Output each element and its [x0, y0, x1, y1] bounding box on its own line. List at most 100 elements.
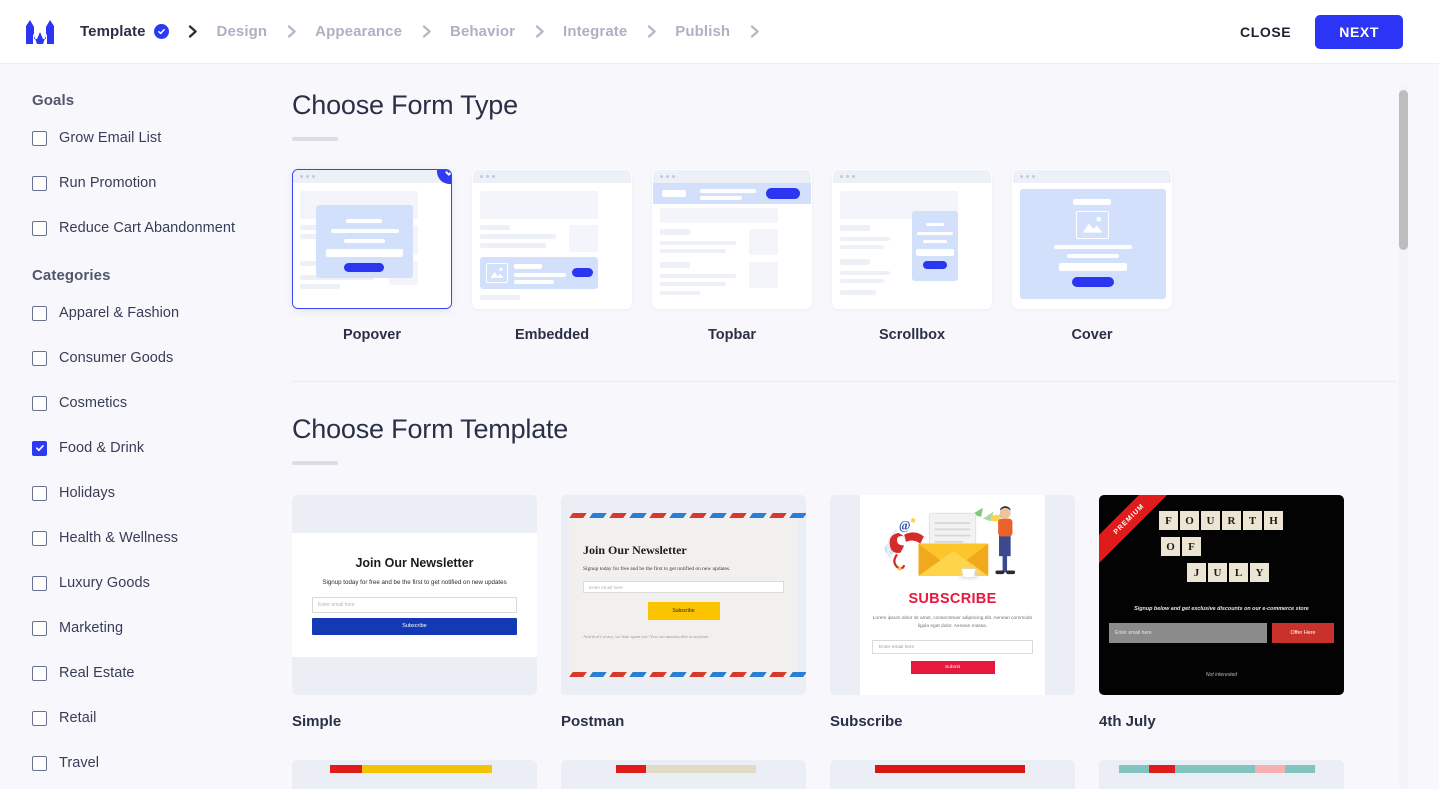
- template-card-postman[interactable]: Join Our Newsletter Signup today for fre…: [561, 495, 806, 730]
- airmail-stripe-bottom: [561, 672, 806, 677]
- checkbox-icon[interactable]: [32, 665, 47, 681]
- filter-real-estate[interactable]: Real Estate: [32, 662, 285, 684]
- filter-consumer-goods[interactable]: Consumer Goods: [32, 347, 285, 369]
- categories-heading: Categories: [32, 267, 111, 284]
- template-email-input[interactable]: Enter email here: [583, 581, 784, 593]
- main-scrollbar-track[interactable]: [1399, 84, 1408, 789]
- filter-retail[interactable]: Retail: [32, 707, 285, 729]
- checkbox-icon[interactable]: [32, 305, 47, 321]
- close-button[interactable]: CLOSE: [1240, 24, 1291, 40]
- template-thumbnail-4th-july[interactable]: PREMIUM FOURTH OF JULY Signup below and …: [1099, 495, 1344, 695]
- checkbox-icon[interactable]: [32, 350, 47, 366]
- template-heading: SUBSCRIBE: [908, 591, 997, 607]
- step-integrate[interactable]: Integrate: [563, 23, 627, 40]
- form-type-thumbnail-scrollbox[interactable]: [832, 169, 992, 309]
- checkbox-icon[interactable]: [32, 575, 47, 591]
- checkbox-icon[interactable]: [32, 395, 47, 411]
- step-template-label: Template: [80, 23, 146, 40]
- form-type-thumbnail-cover[interactable]: [1012, 169, 1172, 309]
- template-thumbnail-partial-3[interactable]: [830, 760, 1075, 789]
- checkbox-icon[interactable]: [32, 755, 47, 771]
- filter-grow-email-list[interactable]: Grow Email List: [32, 127, 285, 149]
- template-paragraph: Lorem ipsum dolor sit amet, consectetuer…: [872, 616, 1033, 630]
- thumbnail-body: [293, 183, 451, 308]
- checkbox-icon[interactable]: [32, 130, 47, 146]
- template-card-simple[interactable]: Join Our Newsletter Signup today for fre…: [292, 495, 537, 730]
- section-divider: [292, 381, 1396, 382]
- filters-sidebar: Goals Grow Email List Run Promotion Redu…: [0, 64, 285, 789]
- form-type-card-cover[interactable]: Cover: [1012, 169, 1172, 343]
- form-type-card-popover[interactable]: Popover: [292, 169, 452, 343]
- form-template-list-next-row: [292, 760, 1439, 789]
- form-type-label: Embedded: [514, 327, 590, 343]
- tiles-line-3: JULY: [1187, 563, 1344, 582]
- checkbox-icon[interactable]: [32, 485, 47, 501]
- template-card-subscribe[interactable]: @ SUBSCRIBE Lorem ipsum dolor sit amet, …: [830, 495, 1075, 730]
- checkbox-icon[interactable]: [32, 175, 47, 191]
- filter-health-wellness[interactable]: Health & Wellness: [32, 527, 285, 549]
- form-type-card-embedded[interactable]: Embedded: [472, 169, 632, 343]
- template-thumbnail-partial-4[interactable]: [1099, 760, 1344, 789]
- svg-text:@: @: [899, 518, 911, 532]
- template-email-input[interactable]: Enter email here: [872, 640, 1033, 655]
- template-email-input[interactable]: Enter email here: [1109, 623, 1267, 643]
- template-submit-button[interactable]: Offer Here: [1272, 623, 1334, 643]
- form-type-card-topbar[interactable]: Topbar: [652, 169, 812, 343]
- template-card-4th-july[interactable]: PREMIUM FOURTH OF JULY Signup below and …: [1099, 495, 1344, 730]
- step-behavior-label: Behavior: [450, 23, 516, 40]
- filter-luxury-goods[interactable]: Luxury Goods: [32, 572, 285, 594]
- filter-apparel-fashion[interactable]: Apparel & Fashion: [32, 302, 285, 324]
- form-type-card-scrollbox[interactable]: Scrollbox: [832, 169, 992, 343]
- template-submit-button[interactable]: Subscribe: [312, 617, 517, 635]
- heading-underline-2: [292, 461, 338, 465]
- step-design[interactable]: Design: [217, 23, 268, 40]
- step-template[interactable]: Template: [80, 23, 169, 40]
- thumbnail-body: [473, 183, 631, 308]
- filter-label: Marketing: [59, 620, 124, 636]
- template-thumbnail-simple[interactable]: Join Our Newsletter Signup today for fre…: [292, 495, 537, 695]
- thumbnail-browser-bar: [473, 170, 631, 183]
- step-design-label: Design: [216, 23, 268, 40]
- checkbox-icon[interactable]: [32, 440, 47, 456]
- template-thumbnail-postman[interactable]: Join Our Newsletter Signup today for fre…: [561, 495, 806, 695]
- filter-reduce-cart-abandonment[interactable]: Reduce Cart Abandonment: [32, 217, 285, 239]
- template-label: Simple: [292, 713, 342, 730]
- logo[interactable]: [0, 19, 80, 45]
- template-thumbnail-partial-2[interactable]: [561, 760, 806, 789]
- checkbox-icon[interactable]: [32, 220, 47, 236]
- form-type-thumbnail-popover[interactable]: [292, 169, 452, 309]
- template-paragraph: Signup today for free and be the first t…: [583, 566, 731, 572]
- choose-form-type-heading: Choose Form Type: [292, 90, 518, 120]
- template-decline-link[interactable]: Not interested: [1099, 672, 1344, 678]
- template-paragraph: Signup below and get exclusive discounts…: [1134, 606, 1309, 612]
- filter-travel[interactable]: Travel: [32, 752, 285, 774]
- chevron-right-icon-6: [730, 24, 778, 39]
- filter-food-drink[interactable]: Food & Drink: [32, 437, 285, 459]
- form-type-thumbnail-embedded[interactable]: [472, 169, 632, 309]
- template-submit-button[interactable]: Submit: [910, 661, 995, 675]
- checkbox-icon[interactable]: [32, 710, 47, 726]
- filter-cosmetics[interactable]: Cosmetics: [32, 392, 285, 414]
- form-type-thumbnail-topbar[interactable]: [652, 169, 812, 309]
- template-submit-button[interactable]: Subscribe: [647, 602, 720, 620]
- checkbox-icon[interactable]: [32, 530, 47, 546]
- template-thumbnail-partial-1[interactable]: [292, 760, 537, 789]
- filter-marketing[interactable]: Marketing: [32, 617, 285, 639]
- template-email-input[interactable]: Enter email here: [312, 596, 517, 613]
- main-scrollbar-thumb[interactable]: [1399, 90, 1408, 250]
- thumbnail-browser-bar: [1013, 170, 1171, 183]
- step-appearance[interactable]: Appearance: [315, 23, 402, 40]
- filter-run-promotion[interactable]: Run Promotion: [32, 172, 285, 194]
- template-paragraph: Signup today for free and be the first t…: [322, 578, 507, 586]
- tiles-line-2: OF: [1161, 537, 1344, 556]
- filter-holidays[interactable]: Holidays: [32, 482, 285, 504]
- next-button[interactable]: NEXT: [1315, 14, 1403, 49]
- template-label: Postman: [561, 713, 625, 730]
- step-publish[interactable]: Publish: [675, 23, 730, 40]
- step-behavior[interactable]: Behavior: [450, 23, 515, 40]
- chevron-right-icon-3: [402, 24, 450, 39]
- checkbox-icon[interactable]: [32, 620, 47, 636]
- form-type-label: Scrollbox: [878, 327, 946, 343]
- template-thumbnail-subscribe[interactable]: @ SUBSCRIBE Lorem ipsum dolor sit amet, …: [830, 495, 1075, 695]
- chevron-right-icon-4: [515, 24, 563, 39]
